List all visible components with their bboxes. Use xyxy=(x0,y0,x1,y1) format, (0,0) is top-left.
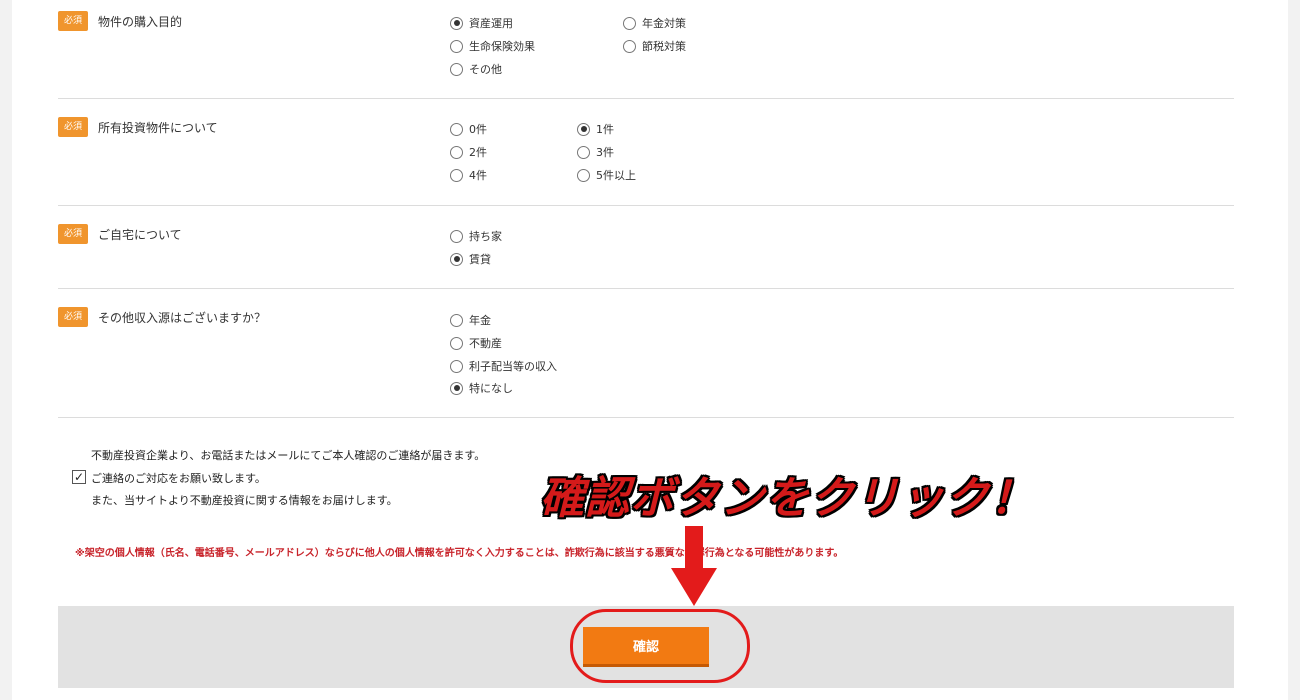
radio-icon[interactable] xyxy=(450,122,463,136)
consent-note-line1: 不動産投資企業より、お電話またはメールにてご本人確認のご連絡が届きます。 xyxy=(91,449,486,462)
radio-icon[interactable] xyxy=(577,145,590,159)
option-label: 持ち家 xyxy=(469,230,502,243)
radio-option-real-estate[interactable]: 不動産 xyxy=(450,335,502,351)
option-label: 資産運用 xyxy=(469,17,513,30)
option-label: 特になし xyxy=(469,382,513,395)
radio-option-4[interactable]: 4件 xyxy=(450,167,487,183)
radio-option-3[interactable]: 3件 xyxy=(577,144,614,160)
consent-note-line3: また、当サイトより不動産投資に関する情報をお届けします。 xyxy=(91,494,398,507)
radio-option-rental[interactable]: 賃貸 xyxy=(450,251,491,267)
option-label: 年金対策 xyxy=(642,17,686,30)
radio-checked-icon[interactable] xyxy=(450,16,463,30)
question-label: その他収入源はございますか？ xyxy=(98,311,267,325)
radio-option-none[interactable]: 特になし xyxy=(450,380,513,396)
question-owned-properties: 必須 所有投資物件について 0件 1件 2件 3件 4件 5件以上 xyxy=(58,99,1234,206)
option-label: 年金 xyxy=(469,314,491,327)
radio-option-life-insurance[interactable]: 生命保険効果 xyxy=(450,38,535,54)
option-label: 0件 xyxy=(469,123,487,136)
question-label: 所有投資物件について xyxy=(98,121,218,135)
radio-icon[interactable] xyxy=(450,145,463,159)
question-residence: 必須 ご自宅について 持ち家 賃貸 xyxy=(58,206,1234,289)
radio-option-pension[interactable]: 年金対策 xyxy=(623,15,686,31)
radio-icon[interactable] xyxy=(450,39,463,53)
option-label: 生命保険効果 xyxy=(469,40,535,53)
radio-icon[interactable] xyxy=(450,359,463,373)
radio-option-asset-management[interactable]: 資産運用 xyxy=(450,15,513,31)
radio-option-tax-saving[interactable]: 節税対策 xyxy=(623,38,686,54)
option-label: 5件以上 xyxy=(596,169,636,182)
consent-label: ご連絡のご対応をお願い致します。 xyxy=(91,472,266,485)
radio-option-own-home[interactable]: 持ち家 xyxy=(450,228,502,244)
question-other-income: 必須 その他収入源はございますか？ 年金 不動産 利子配当等の収入 特になし xyxy=(58,289,1234,418)
fraud-warning: ※架空の個人情報（氏名、電話番号、メールアドレス）ならびに他人の個人情報を許可な… xyxy=(75,548,844,559)
required-badge: 必須 xyxy=(58,117,88,137)
option-label: 3件 xyxy=(596,146,614,159)
annotation-text: 確認ボタンをクリック！ xyxy=(540,473,1035,524)
option-label: 不動産 xyxy=(469,337,502,350)
radio-icon[interactable] xyxy=(623,39,636,53)
highlight-ellipse xyxy=(570,609,750,683)
radio-option-pension-income[interactable]: 年金 xyxy=(450,312,491,328)
question-purpose: 必須 物件の購入目的 資産運用 年金対策 生命保険効果 節税対策 その他 xyxy=(58,0,1234,99)
radio-icon[interactable] xyxy=(623,16,636,30)
required-badge: 必須 xyxy=(58,11,88,31)
radio-checked-icon[interactable] xyxy=(450,252,463,266)
down-arrow-icon xyxy=(671,526,717,606)
required-badge: 必須 xyxy=(58,307,88,327)
radio-icon[interactable] xyxy=(450,168,463,182)
radio-option-0[interactable]: 0件 xyxy=(450,121,487,137)
consent-checkbox[interactable]: ✓ xyxy=(72,470,86,484)
question-label: 物件の購入目的 xyxy=(98,15,183,29)
radio-icon[interactable] xyxy=(450,336,463,350)
checkmark-icon: ✓ xyxy=(73,470,85,484)
radio-option-5-plus[interactable]: 5件以上 xyxy=(577,167,636,183)
radio-checked-icon[interactable] xyxy=(577,122,590,136)
option-label: 2件 xyxy=(469,146,487,159)
radio-icon[interactable] xyxy=(450,62,463,76)
option-label: その他 xyxy=(469,63,502,76)
radio-checked-icon[interactable] xyxy=(450,381,463,395)
option-label: 賃貸 xyxy=(469,253,491,266)
option-label: 4件 xyxy=(469,169,487,182)
radio-option-2[interactable]: 2件 xyxy=(450,144,487,160)
radio-option-other[interactable]: その他 xyxy=(450,61,502,77)
radio-option-1[interactable]: 1件 xyxy=(577,121,614,137)
radio-icon[interactable] xyxy=(450,313,463,327)
question-label: ご自宅について xyxy=(98,228,182,242)
option-label: 節税対策 xyxy=(642,40,686,53)
radio-icon[interactable] xyxy=(450,229,463,243)
required-badge: 必須 xyxy=(58,224,88,244)
option-label: 1件 xyxy=(596,123,614,136)
radio-option-dividends[interactable]: 利子配当等の収入 xyxy=(450,358,557,374)
option-label: 利子配当等の収入 xyxy=(469,360,557,373)
radio-icon[interactable] xyxy=(577,168,590,182)
